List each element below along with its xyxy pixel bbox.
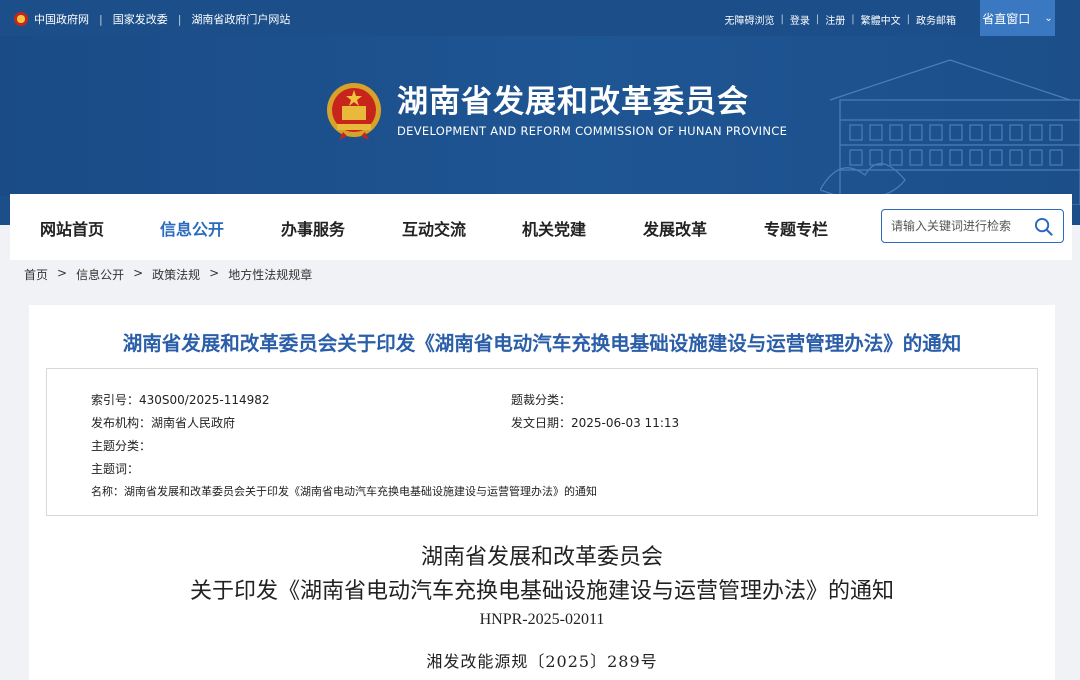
article-panel: 湖南省发展和改革委员会关于印发《湖南省电动汽车充换电基础设施建设与运营管理办法》… xyxy=(29,305,1055,680)
nav-home[interactable]: 网站首页 xyxy=(40,216,104,240)
meta-keywords: 主题词： xyxy=(91,462,140,476)
document-metadata: 索引号：430S00/2025-114982 题裁分类： 发布机构：湖南省人民政… xyxy=(46,368,1038,516)
link-login[interactable]: 登录 xyxy=(790,12,810,27)
breadcrumb: 首页 > 信息公开 > 政策法规 > 地方性法规规章 xyxy=(24,266,312,283)
divider: | xyxy=(177,12,182,26)
search-box xyxy=(881,209,1064,243)
link-traditional-chinese[interactable]: 繁體中文 xyxy=(861,12,901,27)
government-building-illustration xyxy=(820,59,1080,205)
link-ndrc[interactable]: 国家发改委 xyxy=(113,11,168,27)
page-title: 湖南省发展和改革委员会关于印发《湖南省电动汽车充换电基础设施建设与运营管理办法》… xyxy=(122,332,962,355)
top-utility-bar: 中国政府网 | 国家发改委 | 湖南省政府门户网站 无障碍浏览 | 登录 | 注… xyxy=(0,0,1080,36)
national-emblem-icon xyxy=(327,83,381,140)
meta-publisher: 发布机构：湖南省人民政府 xyxy=(91,416,236,430)
document-heading-title: 关于印发《湖南省电动汽车充换电基础设施建设与运营管理办法》的通知 xyxy=(189,579,894,604)
divider: | xyxy=(851,14,855,25)
nav-development-reform[interactable]: 发展改革 xyxy=(643,216,707,240)
main-nav: 网站首页 信息公开 办事服务 互动交流 机关党建 发展改革 专题专栏 xyxy=(10,194,1072,260)
nav-interaction[interactable]: 互动交流 xyxy=(402,216,466,240)
breadcrumb-local-regulations[interactable]: 地方性法规规章 xyxy=(228,266,312,283)
site-logo[interactable]: 湖南省发展和改革委员会 DEVELOPMENT AND REFORM COMMI… xyxy=(325,80,787,142)
breadcrumb-home[interactable]: 首页 xyxy=(24,266,48,283)
breadcrumb-info[interactable]: 信息公开 xyxy=(76,266,124,283)
meta-topic-class: 主题分类： xyxy=(91,439,152,453)
nav-party-building[interactable]: 机关党建 xyxy=(522,216,586,240)
link-gov-cn[interactable]: 中国政府网 xyxy=(34,11,89,27)
meta-issue-date: 发文日期：2025-06-03 11:13 xyxy=(511,416,680,430)
breadcrumb-separator: > xyxy=(209,266,220,280)
link-hunan-portal[interactable]: 湖南省政府门户网站 xyxy=(191,11,290,27)
nav-services[interactable]: 办事服务 xyxy=(281,216,345,240)
nav-special-topics[interactable]: 专题专栏 xyxy=(764,216,828,240)
divider: | xyxy=(99,12,103,26)
breadcrumb-policy[interactable]: 政策法规 xyxy=(152,266,200,283)
search-input[interactable] xyxy=(891,217,1031,235)
document-code: HNPR-2025-02011 xyxy=(479,611,605,628)
document-heading-issuer: 湖南省发展和改革委员会 xyxy=(420,545,663,570)
site-header: 中国政府网 | 国家发改委 | 湖南省政府门户网站 无障碍浏览 | 登录 | 注… xyxy=(0,0,1080,225)
national-emblem-icon xyxy=(14,12,28,26)
site-name-cn: 湖南省发展和改革委员会 xyxy=(397,84,749,120)
site-name-en: DEVELOPMENT AND REFORM COMMISSION OF HUN… xyxy=(397,124,788,138)
dept-window-dropdown[interactable]: 省直窗口 ⌄ xyxy=(980,0,1055,36)
document-number: 湘发改能源规〔2025〕289号 xyxy=(426,652,658,671)
breadcrumb-separator: > xyxy=(133,266,144,280)
chevron-down-icon: ⌄ xyxy=(1044,12,1053,24)
meta-category: 题裁分类： xyxy=(511,393,572,407)
dept-window-label: 省直窗口 xyxy=(982,11,1031,26)
nav-info-disclosure[interactable]: 信息公开 xyxy=(160,216,224,240)
divider: | xyxy=(780,14,784,25)
divider: | xyxy=(906,14,910,25)
breadcrumb-separator: > xyxy=(57,266,68,280)
link-register[interactable]: 注册 xyxy=(825,12,845,27)
search-icon[interactable] xyxy=(1034,217,1053,236)
meta-index-number: 索引号：430S00/2025-114982 xyxy=(91,393,270,407)
divider: | xyxy=(815,14,820,25)
link-accessibility[interactable]: 无障碍浏览 xyxy=(725,12,775,27)
link-gov-mail[interactable]: 政务邮箱 xyxy=(916,12,956,27)
meta-name: 名称：湖南省发展和改革委员会关于印发《湖南省电动汽车充换电基础设施建设与运营管理… xyxy=(91,485,597,498)
